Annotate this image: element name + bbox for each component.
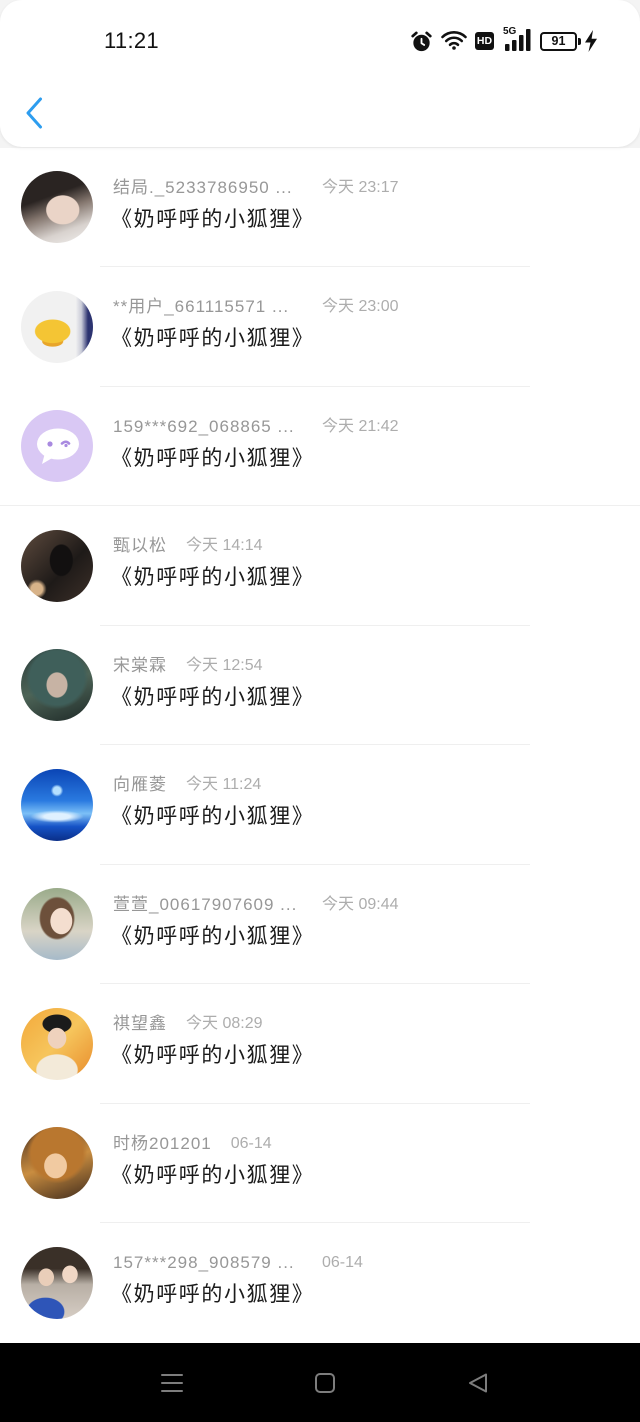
app-header: 11:21 HD 5G 91 — [0, 0, 640, 147]
sender-name: 159***692_068865 ... — [113, 416, 295, 436]
avatar[interactable] — [21, 1007, 93, 1080]
message-time: 06-14 — [230, 1134, 272, 1152]
list-item[interactable]: 甄以松 今天 14:14 《奶呼呼的小狐狸》 — [0, 506, 640, 626]
list-item[interactable]: 159***692_068865 ... 今天 21:42 《奶呼呼的小狐狸》 — [0, 387, 640, 506]
list-item[interactable]: 萱萱_00617907609 ... 今天 09:44 《奶呼呼的小狐狸》 — [0, 865, 640, 984]
sender-name: 甄以松 — [113, 536, 167, 555]
hd-icon: HD — [475, 32, 494, 50]
avatar[interactable] — [21, 1246, 93, 1319]
recent-apps-button[interactable] — [150, 1361, 194, 1405]
wifi-icon — [441, 31, 467, 50]
alarm-icon — [411, 31, 432, 52]
list-item[interactable]: 向雁菱 今天 11:24 《奶呼呼的小狐狸》 — [0, 745, 640, 865]
avatar[interactable] — [21, 649, 93, 722]
charging-icon — [585, 30, 597, 52]
avatar[interactable] — [21, 1127, 93, 1200]
list-item[interactable]: **用户_661115571 ... 今天 23:00 《奶呼呼的小狐狸》 — [0, 267, 640, 387]
chat-bubble-icon — [37, 428, 79, 465]
back-button[interactable] — [20, 92, 50, 134]
item-meta: 结局._5233786950 ... 今天 23:17 — [113, 177, 399, 199]
item-meta: 甄以松 今天 14:14 — [113, 535, 263, 557]
sender-name: 萱萱_00617907609 ... — [113, 894, 298, 914]
avatar[interactable] — [21, 410, 93, 483]
message-time: 今天 21:42 — [322, 417, 399, 435]
square-icon — [315, 1373, 335, 1393]
avatar[interactable] — [21, 888, 93, 961]
avatar[interactable] — [21, 768, 93, 841]
chevron-left-icon — [26, 97, 42, 129]
status-time: 11:21 — [104, 28, 159, 53]
message-preview: 《奶呼呼的小狐狸》 — [111, 1044, 315, 1067]
home-button[interactable] — [303, 1361, 347, 1405]
message-preview: 《奶呼呼的小狐狸》 — [111, 1283, 315, 1306]
message-time: 今天 23:00 — [322, 298, 399, 315]
avatar[interactable] — [21, 171, 93, 244]
sender-name: 祺望鑫 — [113, 1014, 167, 1033]
signal-label: 5G — [503, 26, 517, 37]
sender-name: 结局._5233786950 ... — [113, 177, 293, 197]
list-item[interactable]: 祺望鑫 今天 08:29 《奶呼呼的小狐狸》 — [0, 984, 640, 1104]
screen: 11:21 HD 5G 91 结局._5233786950 ... 今天 23:… — [0, 0, 640, 1422]
message-time: 今天 12:54 — [186, 656, 263, 674]
item-meta: 157***298_908579 ... 06-14 — [113, 1252, 363, 1274]
message-preview: 《奶呼呼的小狐狸》 — [111, 327, 315, 350]
message-list: 结局._5233786950 ... 今天 23:17 《奶呼呼的小狐狸》 **… — [0, 147, 640, 1343]
message-preview: 《奶呼呼的小狐狸》 — [111, 685, 315, 709]
item-meta: 时杨201201 06-14 — [113, 1133, 272, 1155]
item-meta: 向雁菱 今天 11:24 — [113, 774, 261, 796]
sender-name: 157***298_908579 ... — [113, 1253, 295, 1272]
item-meta: **用户_661115571 ... 今天 23:00 — [113, 296, 399, 318]
item-meta: 159***692_068865 ... 今天 21:42 — [113, 416, 399, 438]
battery-icon: 91 — [540, 32, 581, 51]
list-item[interactable]: 157***298_908579 ... 06-14 《奶呼呼的小狐狸》 — [0, 1223, 640, 1343]
message-time: 今天 08:29 — [186, 1015, 263, 1032]
item-meta: 宋棠霖 今天 12:54 — [113, 655, 263, 677]
item-meta: 祺望鑫 今天 08:29 — [113, 1013, 263, 1035]
back-nav-button[interactable] — [456, 1361, 500, 1405]
avatar[interactable] — [21, 290, 93, 363]
sender-name: **用户_661115571 ... — [113, 297, 290, 316]
message-preview: 《奶呼呼的小狐狸》 — [111, 805, 315, 828]
sender-name: 向雁菱 — [113, 775, 167, 794]
list-item[interactable]: 时杨201201 06-14 《奶呼呼的小狐狸》 — [0, 1104, 640, 1223]
sender-name: 时杨201201 — [113, 1133, 212, 1153]
message-preview: 《奶呼呼的小狐狸》 — [111, 1163, 315, 1187]
message-preview: 《奶呼呼的小狐狸》 — [111, 566, 315, 589]
message-time: 06-14 — [322, 1254, 363, 1271]
message-time: 今天 11:24 — [186, 776, 262, 793]
avatar[interactable] — [21, 529, 93, 602]
item-meta: 萱萱_00617907609 ... 今天 09:44 — [113, 894, 399, 916]
message-time: 今天 09:44 — [322, 895, 399, 913]
list-item[interactable]: 结局._5233786950 ... 今天 23:17 《奶呼呼的小狐狸》 — [0, 148, 640, 267]
message-preview: 《奶呼呼的小狐狸》 — [111, 446, 315, 470]
message-time: 今天 14:14 — [186, 537, 263, 554]
message-preview: 《奶呼呼的小狐狸》 — [111, 207, 315, 231]
list-item[interactable]: 宋棠霖 今天 12:54 《奶呼呼的小狐狸》 — [0, 626, 640, 745]
sender-name: 宋棠霖 — [113, 655, 167, 675]
message-preview: 《奶呼呼的小狐狸》 — [111, 924, 315, 948]
system-nav-bar — [0, 1343, 640, 1422]
back-triangle-icon — [469, 1373, 487, 1393]
menu-icon — [161, 1374, 183, 1392]
signal-icon: 5G — [503, 26, 533, 51]
message-time: 今天 23:17 — [322, 178, 399, 196]
